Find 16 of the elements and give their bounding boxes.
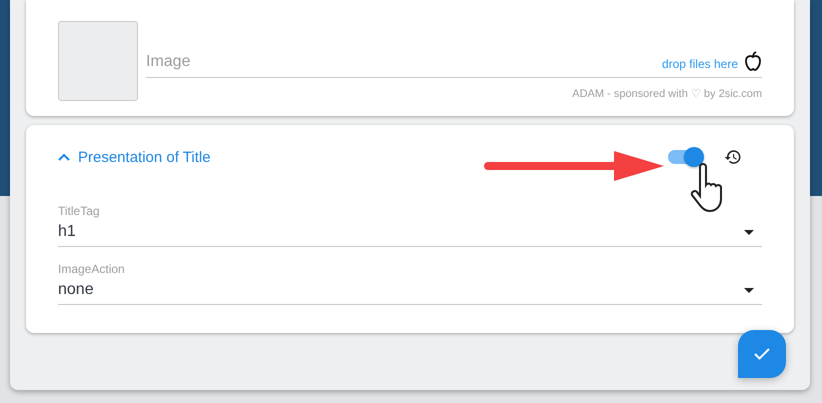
field-label: ImageAction [58,262,126,276]
save-button[interactable] [738,330,786,378]
select-field[interactable]: none [58,276,762,305]
toggle-switch[interactable] [668,150,702,164]
select-field[interactable]: h1 [58,218,762,247]
chevron-icon[interactable] [58,153,70,161]
checkmark-icon [754,348,770,360]
apple-icon [744,51,762,71]
image-field[interactable]: Image drop files here [146,21,762,78]
sponsor-text: ADAM - sponsored with ♡ by 2sic.com [572,87,762,100]
field-label: TitleTag [58,204,101,218]
dropdown-caret-icon [744,288,754,292]
dropdown-caret-icon [744,230,754,234]
history-icon[interactable] [724,148,742,166]
drop-files-link[interactable]: drop files here [662,57,738,71]
section-title[interactable]: Presentation of Title [78,148,660,166]
